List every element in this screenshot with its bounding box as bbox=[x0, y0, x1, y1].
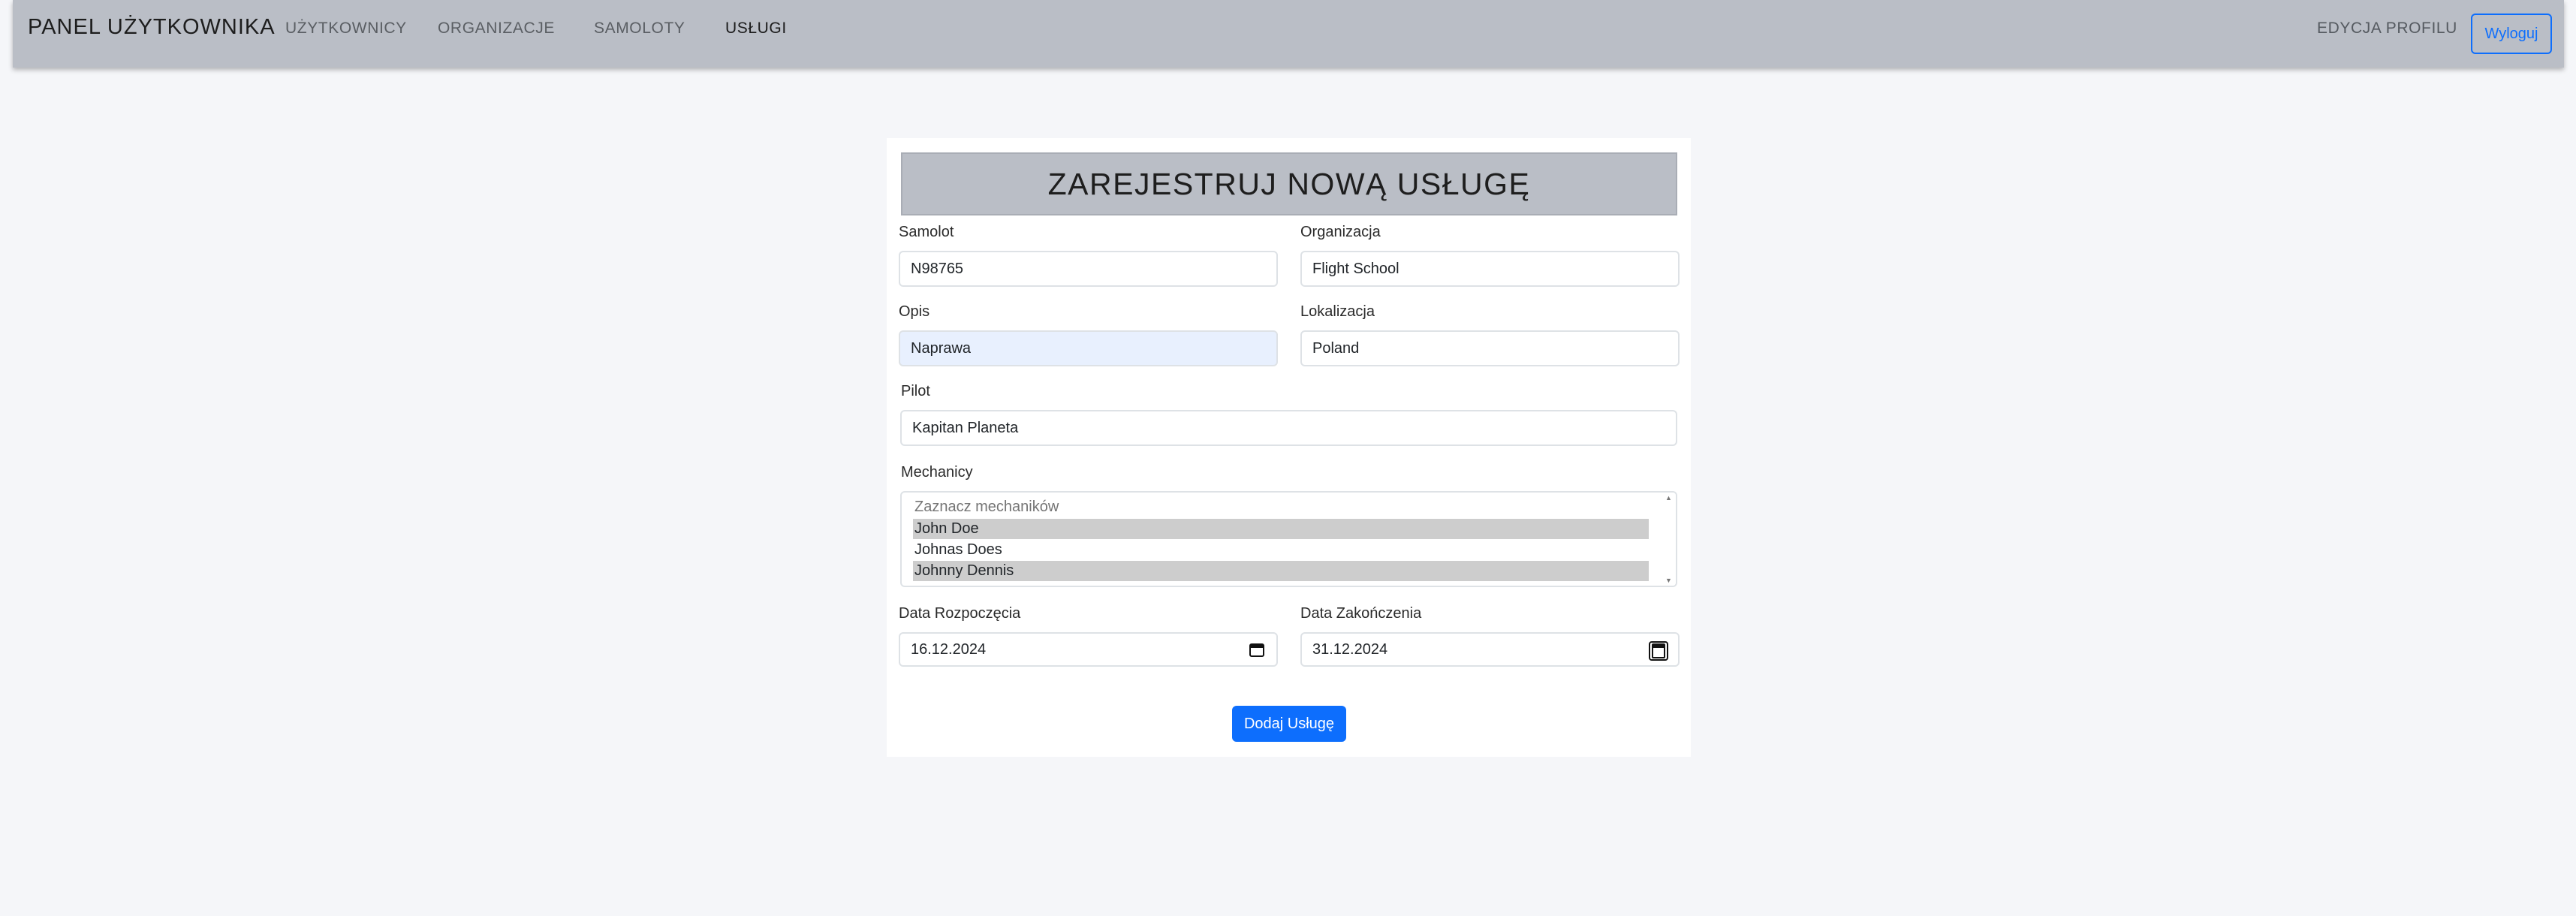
opis-input[interactable]: Naprawa bbox=[899, 330, 1278, 366]
pilot-label: Pilot bbox=[901, 383, 930, 399]
lokalizacja-label: Lokalizacja bbox=[1300, 303, 1375, 320]
logout-button[interactable]: Wyloguj bbox=[2471, 14, 2552, 54]
pilot-value: Kapitan Planeta bbox=[912, 419, 1019, 436]
mechanic-option-johnny-dennis[interactable]: Johnny Dennis bbox=[913, 561, 1649, 581]
scroll-down-icon[interactable]: ▼ bbox=[1665, 577, 1672, 584]
lokalizacja-value: Poland bbox=[1312, 339, 1360, 357]
top-navbar: PANEL UŻYTKOWNIKA UŻYTKOWNICY ORGANIZACJ… bbox=[13, 0, 2564, 68]
form-title: ZAREJESTRUJ NOWĄ USŁUGĘ bbox=[901, 152, 1677, 215]
nav-link-uslugi[interactable]: USŁUGI bbox=[725, 20, 787, 38]
pilot-input[interactable]: Kapitan Planeta bbox=[900, 410, 1677, 446]
add-service-button[interactable]: Dodaj Usługę bbox=[1232, 706, 1346, 742]
register-service-card: ZAREJESTRUJ NOWĄ USŁUGĘ Samolot N98765 O… bbox=[887, 138, 1691, 757]
samolot-value: N98765 bbox=[911, 260, 964, 277]
data-zakonczenia-input[interactable]: 31.12.2024 bbox=[1300, 632, 1680, 667]
data-rozpoczecia-input[interactable]: 16.12.2024 bbox=[899, 632, 1278, 667]
organizacja-label: Organizacja bbox=[1300, 224, 1381, 240]
data-zakonczenia-label: Data Zakończenia bbox=[1300, 605, 1422, 622]
organizacja-value: Flight School bbox=[1312, 260, 1399, 277]
mechanicy-scrollbar[interactable]: ▲ ▼ bbox=[1662, 493, 1676, 586]
mechanic-option-john-doe[interactable]: John Doe bbox=[913, 519, 1649, 539]
samolot-input[interactable]: N98765 bbox=[899, 251, 1278, 287]
nav-link-organizacje[interactable]: ORGANIZACJE bbox=[438, 20, 555, 38]
data-zakonczenia-value: 31.12.2024 bbox=[1312, 640, 1388, 658]
mechanic-option-johnas-does[interactable]: Johnas Does bbox=[913, 540, 1649, 560]
mechanicy-select[interactable]: Zaznacz mechaników John Doe Johnas Does … bbox=[900, 491, 1677, 587]
data-rozpoczecia-label: Data Rozpoczęcia bbox=[899, 605, 1021, 622]
opis-label: Opis bbox=[899, 303, 930, 320]
navbar-brand[interactable]: PANEL UŻYTKOWNIKA bbox=[28, 15, 276, 40]
data-rozpoczecia-value: 16.12.2024 bbox=[911, 640, 987, 658]
samolot-label: Samolot bbox=[899, 224, 954, 240]
calendar-icon[interactable] bbox=[1648, 640, 1669, 661]
calendar-icon[interactable] bbox=[1248, 641, 1266, 659]
mechanicy-placeholder: Zaznacz mechaników bbox=[914, 499, 1059, 515]
organizacja-input[interactable]: Flight School bbox=[1300, 251, 1680, 287]
opis-value: Naprawa bbox=[911, 339, 972, 357]
lokalizacja-input[interactable]: Poland bbox=[1300, 330, 1680, 366]
scroll-up-icon[interactable]: ▲ bbox=[1665, 494, 1672, 502]
nav-link-edit-profile[interactable]: EDYCJA PROFILU bbox=[2317, 20, 2457, 38]
mechanicy-label: Mechanicy bbox=[901, 464, 973, 481]
nav-link-samoloty[interactable]: SAMOLOTY bbox=[594, 20, 685, 38]
nav-link-uzytkownicy[interactable]: UŻYTKOWNICY bbox=[285, 20, 407, 38]
